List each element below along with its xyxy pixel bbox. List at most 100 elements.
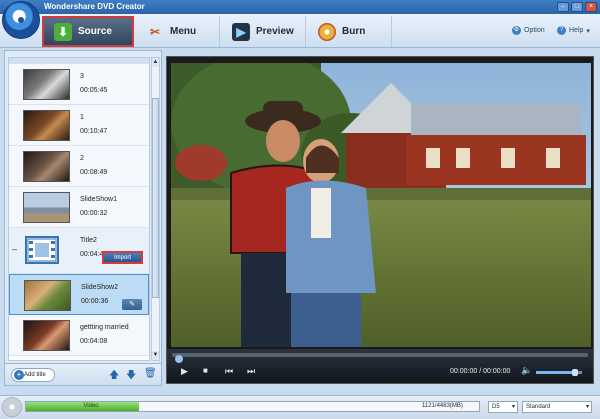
video-thumbnail <box>23 151 70 182</box>
tab-preview[interactable]: ▶ Preview <box>222 16 306 47</box>
move-up-icon[interactable]: 🡅 <box>109 368 119 385</box>
seek-bar[interactable] <box>172 353 588 363</box>
option-button[interactable]: ⚙ Option <box>512 26 545 35</box>
tab-menu-label: Menu <box>170 26 197 37</box>
burn-disc-icon <box>318 22 336 41</box>
maximize-button[interactable]: □ <box>571 2 583 12</box>
list-item[interactable]: 3 00:05:45 <box>9 64 149 105</box>
chevron-down-icon: ▾ <box>511 404 515 410</box>
item-name: SlideShow2 <box>81 284 118 291</box>
disc-capacity-bar: Video <box>25 401 480 412</box>
tab-burn[interactable]: Burn <box>308 16 392 47</box>
video-scene <box>171 63 591 347</box>
film-strip-icon <box>25 236 59 264</box>
scroll-up-icon[interactable]: ▲ <box>152 58 159 67</box>
current-time: 00:00:00 <box>450 368 478 375</box>
help-button[interactable]: ? Help ▾ <box>557 26 590 35</box>
title-name: Title2 <box>80 237 97 244</box>
add-title-label: Add title <box>24 372 46 378</box>
item-duration: 00:00:36 <box>81 298 109 305</box>
volume-icon[interactable]: 🔈 <box>521 365 532 376</box>
slideshow-thumbnail <box>23 192 70 223</box>
tools-icon: ✂ <box>149 24 161 39</box>
delete-icon[interactable]: 🗑 <box>144 368 157 379</box>
item-name: gettting married <box>80 324 129 331</box>
video-thumbnail <box>23 110 70 141</box>
quality-value: Standard <box>526 404 551 410</box>
import-label: Import <box>113 255 131 261</box>
seek-knob[interactable] <box>175 355 183 363</box>
disc-type-value: D5 <box>492 404 500 410</box>
item-duration: 00:10:47 <box>80 128 108 135</box>
item-duration: 00:08:49 <box>80 169 108 176</box>
move-down-icon[interactable]: 🡇 <box>126 368 136 385</box>
previous-icon[interactable]: ⏮ <box>225 366 233 377</box>
tab-source-label: Source <box>78 26 112 37</box>
tab-preview-label: Preview <box>256 26 294 37</box>
close-button[interactable]: × <box>585 2 597 12</box>
tab-menu[interactable]: ✂ Menu <box>136 16 220 47</box>
capacity-label: Video <box>83 403 99 409</box>
app-logo-icon <box>2 1 40 39</box>
title-item[interactable]: – Title2 00:04:44 Import <box>9 228 149 274</box>
time-readout: 00:00:00 / 00:00:00 <box>450 368 510 375</box>
film-icon: ▶ <box>232 22 250 41</box>
window-controls: – □ × <box>557 2 597 12</box>
gear-icon: ⚙ <box>512 26 521 35</box>
source-panel: 3 00:05:45 1 00:10:47 2 00:08:49 SlideSh… <box>4 50 162 386</box>
item-name: 3 <box>80 73 84 80</box>
list-item[interactable]: 1 00:10:47 <box>9 105 149 146</box>
import-button[interactable]: Import <box>102 251 143 264</box>
title-bar: Wondershare DVD Creator – □ × <box>0 0 600 14</box>
edit-button[interactable]: ✎ <box>122 299 142 310</box>
minimize-button[interactable]: – <box>557 2 569 12</box>
item-duration: 00:05:45 <box>80 87 108 94</box>
help-icon: ? <box>557 26 566 35</box>
option-label: Option <box>524 27 545 34</box>
item-duration: 00:00:32 <box>80 210 108 217</box>
disc-type-select[interactable]: D5 ▾ <box>488 401 518 413</box>
help-label: Help <box>569 27 584 34</box>
play-icon[interactable]: ▶ <box>181 366 188 377</box>
volume-level <box>536 371 576 374</box>
list-item[interactable]: gettting married 00:04:08 <box>9 315 149 356</box>
chevron-down-icon: ▾ <box>586 27 590 35</box>
preview-player: ▶ ■ ⏮ ⏭ 00:00:00 / 00:00:00 🔈 <box>166 56 594 384</box>
player-controls: ▶ ■ ⏮ ⏭ 00:00:00 / 00:00:00 🔈 <box>167 349 593 383</box>
next-icon[interactable]: ⏭ <box>247 366 255 377</box>
chevron-down-icon: ▾ <box>585 404 589 410</box>
disc-icon <box>2 397 22 417</box>
video-frame <box>171 63 591 347</box>
volume-slider[interactable] <box>536 369 582 376</box>
item-duration: 00:04:08 <box>80 338 108 345</box>
item-name: SlideShow1 <box>80 196 117 203</box>
source-list: 3 00:05:45 1 00:10:47 2 00:08:49 SlideSh… <box>8 57 150 361</box>
app-title: Wondershare DVD Creator <box>44 2 145 11</box>
list-item[interactable]: SlideShow2 00:00:36 ✎ <box>9 274 149 315</box>
video-thumbnail <box>23 69 70 100</box>
volume-knob[interactable] <box>572 369 579 376</box>
video-thumbnail <box>23 320 70 351</box>
scroll-thumb[interactable] <box>152 98 159 298</box>
download-icon: ⬇ <box>54 22 72 41</box>
add-title-button[interactable]: Add title <box>11 368 55 382</box>
stop-icon[interactable]: ■ <box>203 366 208 375</box>
tab-burn-label: Burn <box>342 26 366 37</box>
status-bar: Video 1121/4483(MB) D5 ▾ Standard ▾ <box>0 395 600 419</box>
scroll-down-icon[interactable]: ▼ <box>152 351 159 360</box>
item-name: 2 <box>80 155 84 162</box>
collapse-icon[interactable]: – <box>12 244 17 254</box>
item-name: 1 <box>80 114 84 121</box>
list-footer: Add title 🡅 🡇 🗑 <box>5 363 161 385</box>
capacity-text: 1121/4483(MB) <box>422 403 463 409</box>
list-item[interactable]: SlideShow1 00:00:32 <box>9 187 149 228</box>
tab-source[interactable]: ⬇ Source <box>42 16 134 47</box>
quality-select[interactable]: Standard ▾ <box>522 401 592 413</box>
list-scrollbar[interactable]: ▲ ▼ <box>151 57 160 361</box>
time-separator: / <box>479 368 482 375</box>
total-time: 00:00:00 <box>483 368 511 375</box>
main-toolbar: ⬇ Source ✂ Menu ▶ Preview Burn ⚙ Option … <box>0 14 600 48</box>
list-item[interactable]: 2 00:08:49 <box>9 146 149 187</box>
slideshow-thumbnail <box>24 280 71 311</box>
pencil-icon: ✎ <box>129 301 135 308</box>
